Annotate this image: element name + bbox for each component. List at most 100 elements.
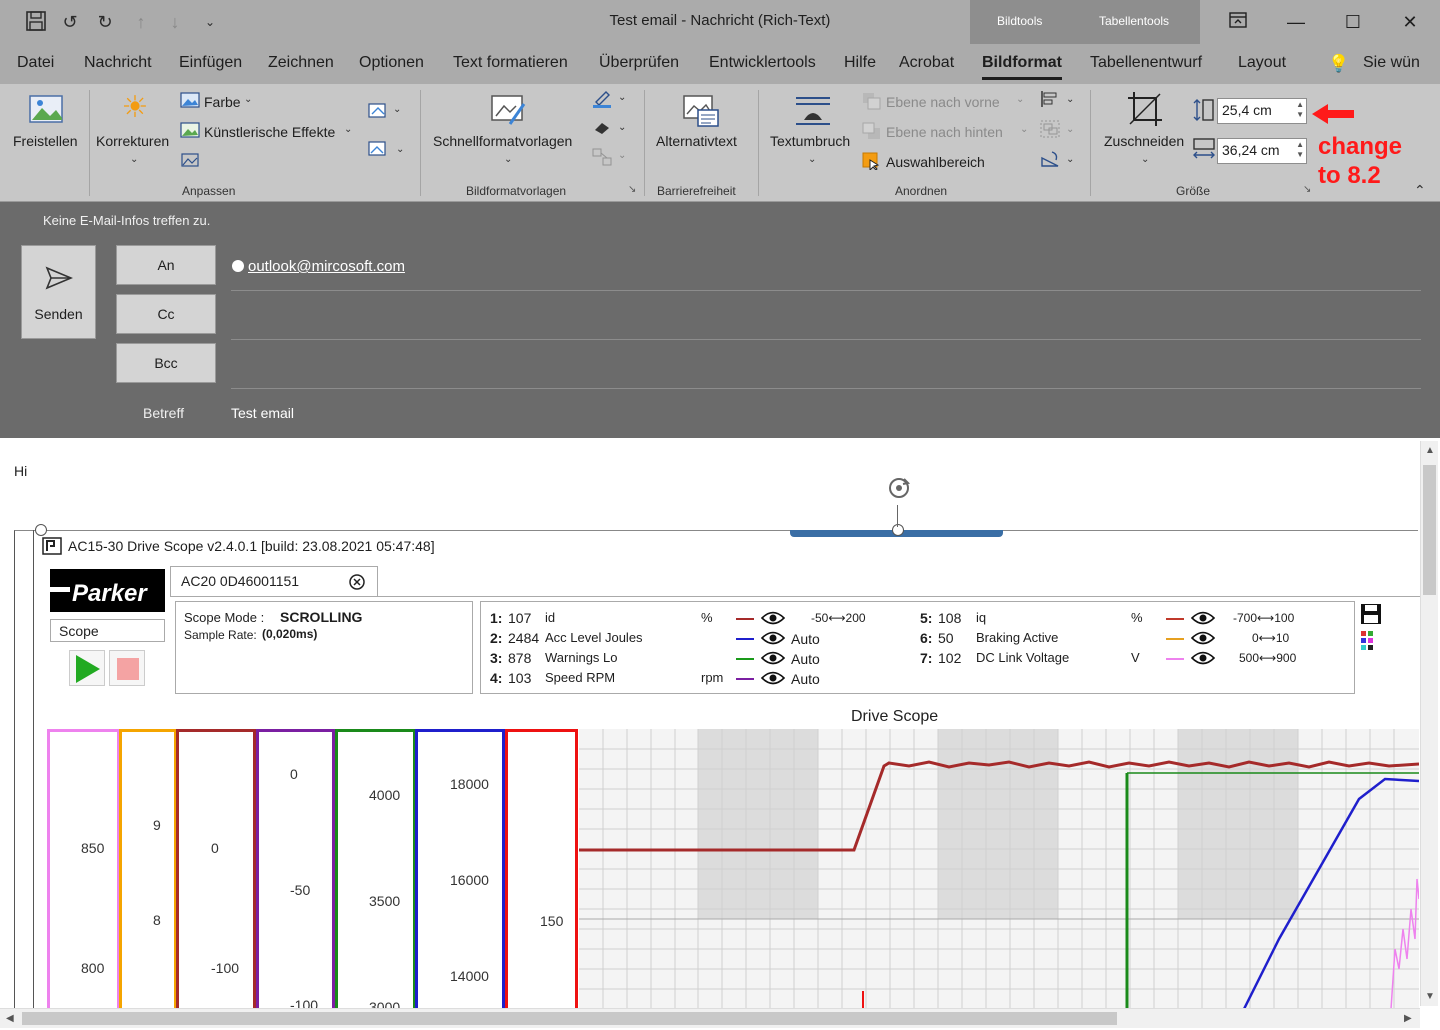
eye-icon[interactable]	[761, 631, 785, 645]
to-field[interactable]	[231, 290, 1421, 291]
tab-zeichnen[interactable]: Zeichnen	[268, 54, 334, 72]
bcc-button[interactable]: Bcc	[116, 343, 216, 383]
axis-tick: 8	[153, 912, 161, 928]
transparency-icon[interactable]	[180, 152, 200, 172]
subject-field[interactable]: Test email	[231, 405, 294, 421]
dialog-launcher-icon[interactable]: ↘	[1303, 184, 1311, 195]
chevron-down-icon: ⌄	[1066, 94, 1075, 105]
dialog-launcher-icon[interactable]: ↘	[628, 184, 636, 195]
close-tab-icon[interactable]	[348, 573, 366, 591]
spinner-icon[interactable]: ▲ ▼	[1296, 140, 1304, 160]
scroll-down-icon[interactable]: ▼	[1425, 991, 1435, 1002]
channel-color-swatch	[736, 638, 754, 640]
rotate-icon[interactable]	[1040, 150, 1062, 172]
scope-mode-panel: Scope Mode : SCROLLING Sample Rate: (0,0…	[175, 601, 473, 694]
eye-icon[interactable]	[1191, 611, 1215, 625]
channel-color-swatch	[736, 658, 754, 660]
cc-button[interactable]: Cc	[116, 294, 216, 334]
minimize-button[interactable]: —	[1282, 8, 1310, 36]
chevron-down-icon: ⌄	[1066, 124, 1075, 135]
scroll-right-icon[interactable]: ▶	[1404, 1013, 1412, 1024]
channel-range[interactable]: 500⟷900	[1239, 651, 1296, 665]
channel-name: Acc Level Joules	[545, 630, 643, 645]
eye-icon[interactable]	[761, 651, 785, 665]
color-palette-icon[interactable]	[1360, 630, 1374, 652]
collapse-ribbon-icon[interactable]: ⌃	[1414, 182, 1426, 199]
tab-bildformat[interactable]: Bildformat	[982, 54, 1062, 80]
to-recipient[interactable]: outlook@mircosoft.com	[248, 258, 405, 275]
channel-range[interactable]: -700⟷100	[1233, 611, 1294, 625]
channel-range[interactable]: Auto	[791, 631, 820, 647]
channel-range[interactable]: Auto	[791, 651, 820, 667]
channel-color-swatch	[1166, 638, 1184, 640]
change-picture-icon[interactable]	[368, 140, 390, 162]
tab-nachricht[interactable]: Nachricht	[84, 54, 152, 72]
tab-tabellenentwurf[interactable]: Tabellenentwurf	[1090, 54, 1202, 72]
picture-layout-icon[interactable]	[592, 148, 612, 170]
tab-optionen[interactable]: Optionen	[359, 54, 424, 72]
resize-handle[interactable]	[892, 524, 904, 536]
cc-field[interactable]	[231, 339, 1421, 340]
ribbon-display-options-icon[interactable]	[1224, 8, 1252, 36]
scroll-thumb[interactable]	[1423, 465, 1436, 595]
tab-hilfe[interactable]: Hilfe	[844, 54, 876, 72]
close-button[interactable]: ✕	[1396, 8, 1424, 36]
scope-plot[interactable]	[579, 729, 1419, 1009]
context-tab-bildtools[interactable]: Bildtools	[997, 14, 1042, 28]
artistic-effects-icon	[180, 122, 200, 142]
quick-styles-icon	[490, 92, 528, 128]
tab-einfuegen[interactable]: Einfügen	[179, 54, 242, 72]
stop-button[interactable]	[109, 650, 145, 686]
axis-tick: 3500	[369, 893, 401, 909]
tab-layout[interactable]: Layout	[1238, 54, 1286, 72]
width-field[interactable]: 36,24 cm ▲ ▼	[1217, 138, 1307, 164]
send-button[interactable]: Senden	[21, 245, 96, 339]
channel-range[interactable]: -50⟷200	[811, 611, 866, 625]
ribbon-tabs: Datei Nachricht Einfügen Zeichnen Option…	[0, 44, 1440, 84]
scroll-thumb[interactable]	[22, 1012, 1117, 1025]
tab-ueberpruefen[interactable]: Überprüfen	[599, 54, 679, 72]
channel-range[interactable]: 0⟷10	[1252, 631, 1289, 645]
compress-pictures-icon[interactable]	[368, 102, 390, 124]
resize-handle[interactable]	[35, 524, 47, 536]
lightbulb-icon[interactable]: 💡	[1328, 54, 1349, 74]
scroll-left-icon[interactable]: ◀	[6, 1013, 14, 1024]
align-icon[interactable]	[1040, 90, 1060, 112]
picture-effects-icon[interactable]	[592, 120, 612, 140]
channel-value: 102	[938, 650, 962, 666]
to-button[interactable]: An	[116, 245, 216, 285]
maximize-button[interactable]: ☐	[1339, 8, 1367, 36]
rotate-stem	[897, 505, 898, 527]
eye-icon[interactable]	[761, 671, 785, 685]
eye-icon[interactable]	[1191, 651, 1215, 665]
tab-entwicklertools[interactable]: Entwicklertools	[709, 54, 816, 72]
tab-acrobat[interactable]: Acrobat	[899, 54, 954, 72]
chevron-down-icon: ⌄	[344, 124, 353, 135]
play-button[interactable]	[69, 650, 105, 686]
context-tab-tabellentools[interactable]: Tabellentools	[1099, 14, 1169, 28]
alternativtext-label: Alternativtext	[656, 133, 737, 149]
axis-tick: 18000	[450, 776, 489, 792]
spinner-icon[interactable]: ▲ ▼	[1296, 100, 1304, 120]
scope-app-title: AC15-30 Drive Scope v2.4.0.1 [build: 23.…	[68, 538, 435, 554]
tab-datei[interactable]: Datei	[17, 54, 54, 72]
bcc-field[interactable]	[231, 388, 1421, 389]
picture-border-icon[interactable]	[592, 90, 612, 112]
body-text[interactable]: Hi	[14, 463, 27, 479]
save-icon[interactable]	[1360, 603, 1382, 625]
device-tab[interactable]: AC20 0D46001151	[170, 566, 378, 596]
korrekturen-label: Korrekturen	[96, 133, 170, 149]
eye-icon[interactable]	[761, 611, 785, 625]
channel-color-swatch	[736, 678, 754, 680]
rotate-handle-icon[interactable]	[884, 475, 914, 505]
horizontal-scrollbar[interactable]: ◀ ▶	[0, 1008, 1420, 1028]
height-field[interactable]: 25,4 cm ▲ ▼	[1217, 98, 1307, 124]
scroll-up-icon[interactable]: ▲	[1425, 445, 1435, 456]
channel-range[interactable]: Auto	[791, 671, 820, 687]
tab-text-formatieren[interactable]: Text formatieren	[453, 54, 568, 72]
vertical-scrollbar[interactable]: ▲ ▼	[1420, 441, 1438, 1006]
eye-icon[interactable]	[1191, 631, 1215, 645]
group-objects-icon[interactable]	[1040, 120, 1060, 142]
tell-me-search[interactable]: Sie wün	[1363, 54, 1440, 72]
alt-text-icon	[682, 92, 720, 128]
